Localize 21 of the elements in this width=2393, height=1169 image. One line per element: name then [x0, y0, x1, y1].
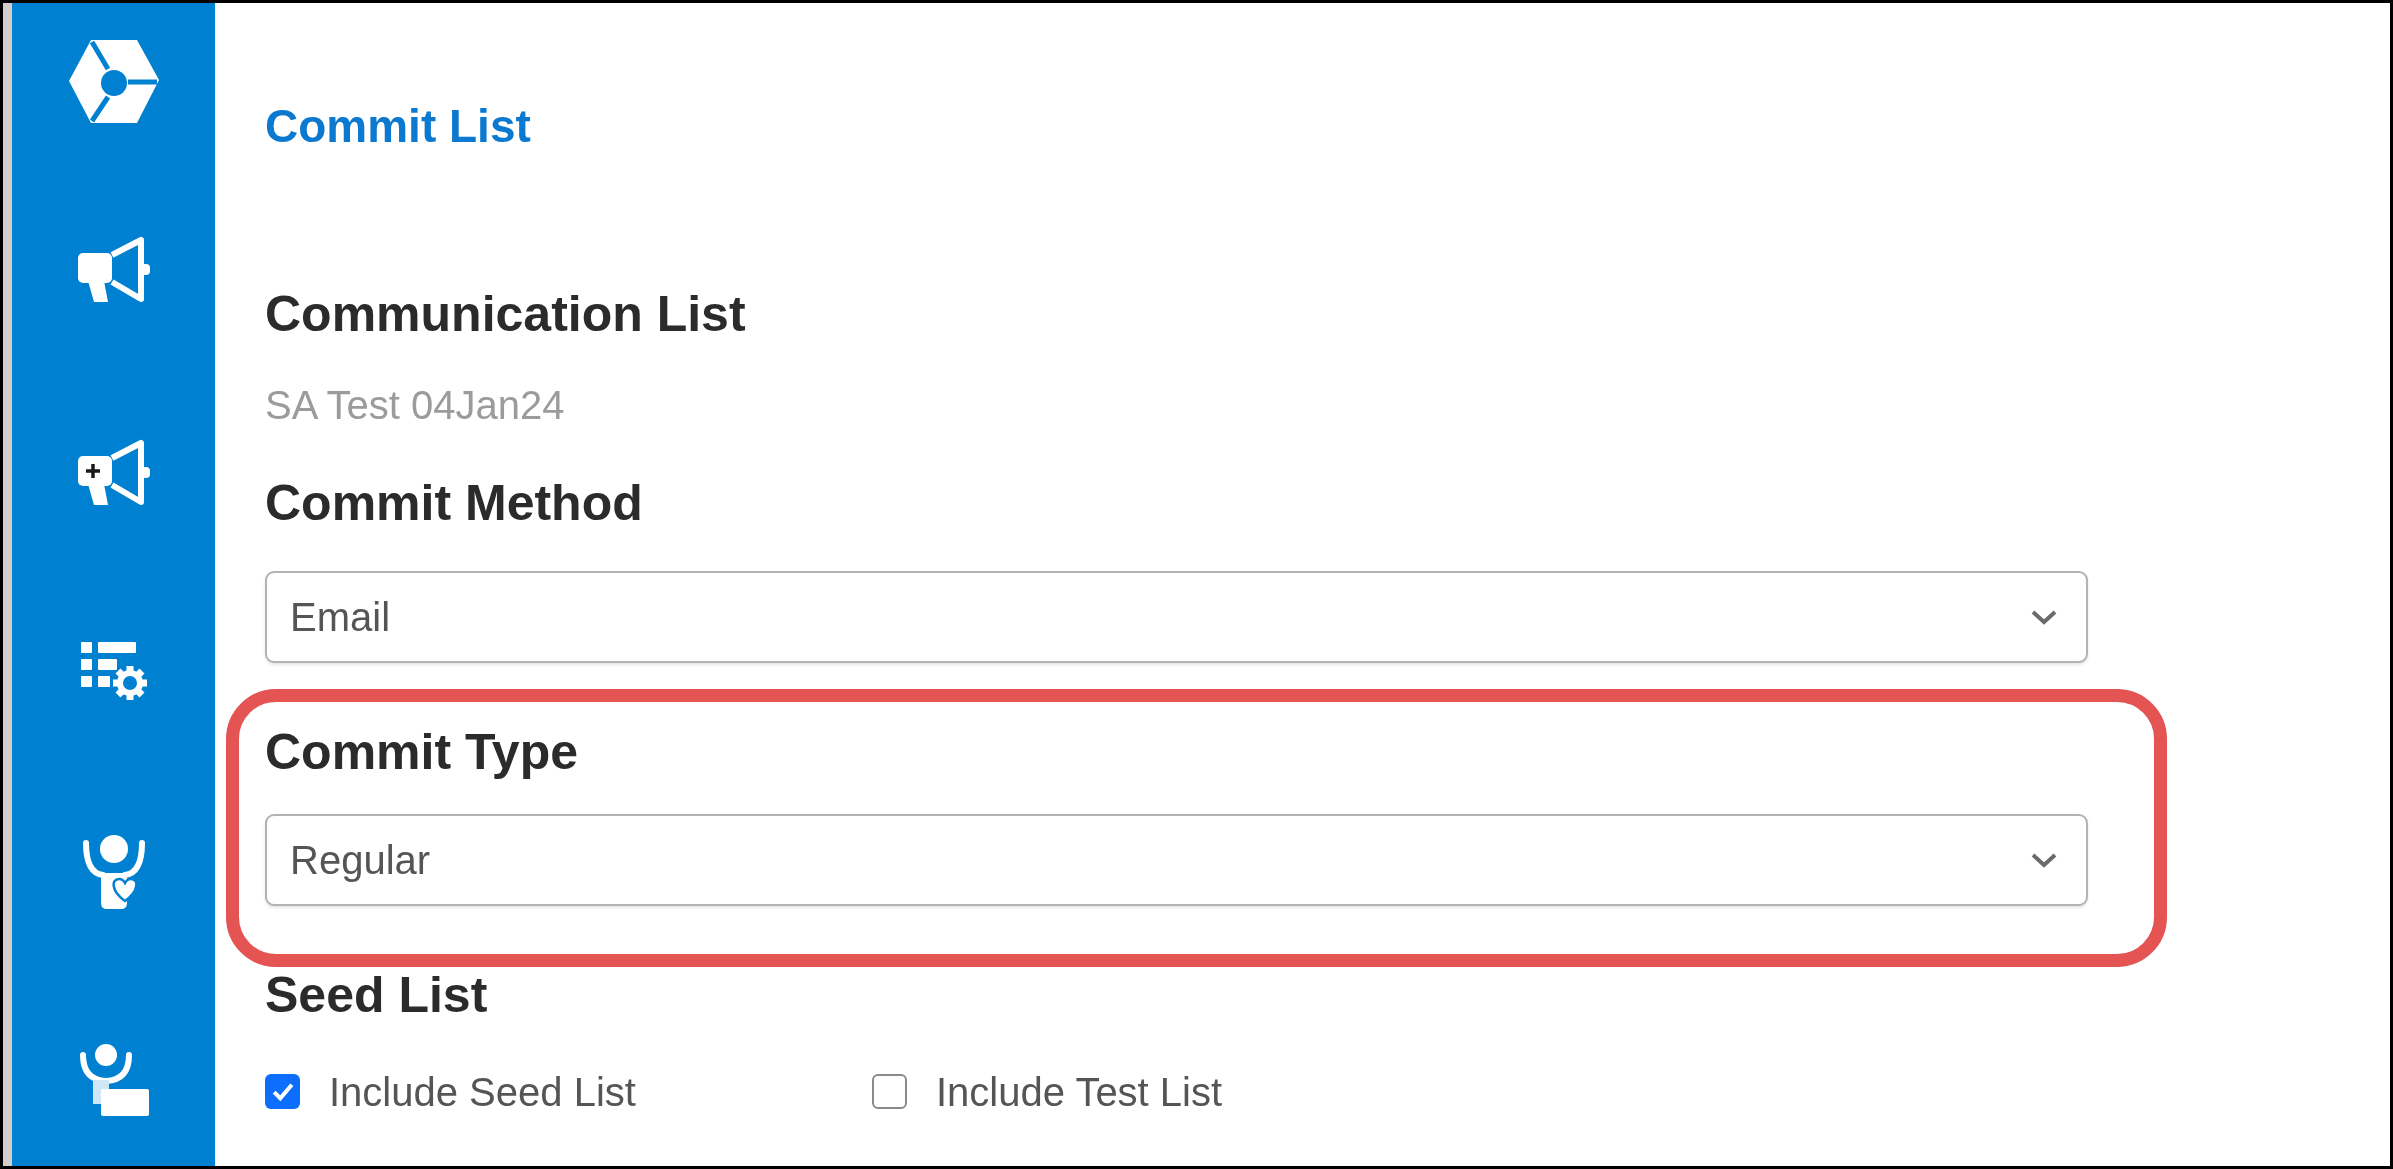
check-icon — [271, 1082, 294, 1102]
list-gear-icon[interactable] — [80, 642, 147, 700]
field-label: Commit Type — [265, 725, 578, 781]
checkbox-label[interactable]: Include Test List — [936, 1067, 1223, 1116]
section-heading: Seed List — [265, 968, 488, 1024]
logo-icon — [67, 39, 160, 124]
checkbox-label[interactable]: Include Seed List — [329, 1067, 636, 1116]
megaphone-icon[interactable] — [76, 236, 151, 304]
checkbox[interactable] — [265, 1074, 300, 1110]
field-value: SA Test 04Jan24 — [265, 382, 565, 429]
chevron-down-icon — [2030, 608, 2058, 625]
checkbox[interactable] — [872, 1074, 907, 1110]
person-board-icon[interactable] — [78, 1044, 149, 1116]
section-heading: Communication List — [265, 287, 746, 343]
field-label: Commit Method — [265, 476, 643, 532]
dropdown-field[interactable]: Email — [265, 570, 2088, 663]
person-heart-icon[interactable] — [80, 835, 147, 909]
page-title: Commit List — [265, 100, 531, 152]
dropdown-field[interactable]: Regular — [265, 813, 2088, 906]
chevron-down-icon — [2030, 851, 2058, 868]
megaphone-plus-icon[interactable] — [76, 439, 151, 507]
